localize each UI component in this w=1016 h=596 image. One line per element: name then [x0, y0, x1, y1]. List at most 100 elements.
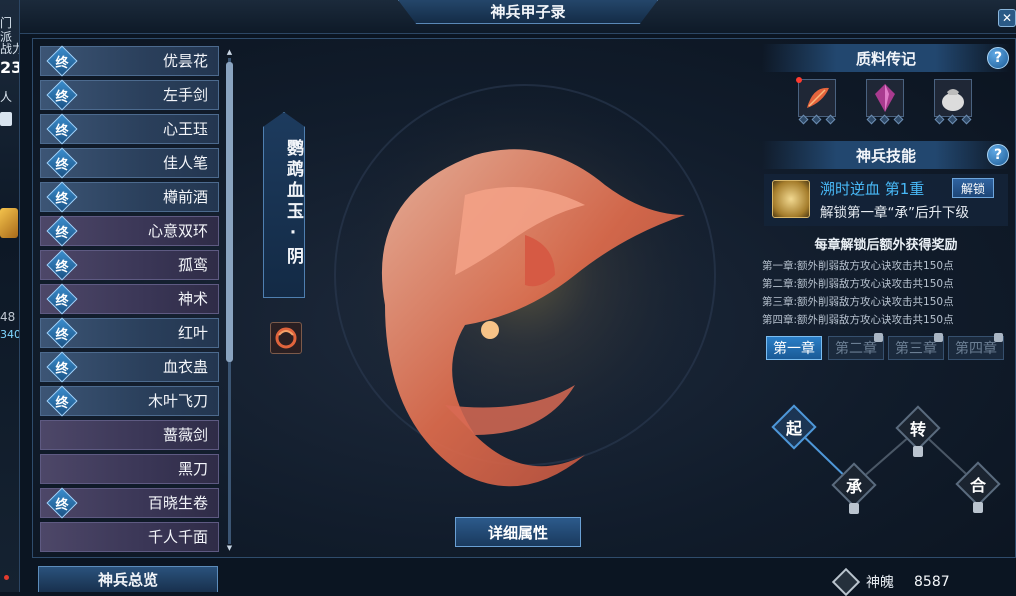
lock-icon [913, 446, 923, 457]
reward-line: 第四章:额外削弱敌方攻心诀攻击共150点 [762, 314, 954, 326]
weapon-list-item[interactable]: 终 左手剑 [40, 79, 219, 111]
weapon-name-label: 血衣蛊 [162, 358, 208, 376]
weapon-list-item[interactable]: 终 佳人笔 [40, 147, 219, 179]
currency-display: 神魄 8587 [831, 567, 950, 596]
weapon-list: 终优昙花终左手剑终心王珏终佳人笔终樽前酒终心意双环终孤鸾终神术终红叶终血衣蛊终木… [40, 45, 220, 556]
left-fragment: 340 [0, 328, 20, 341]
weapon-list-item[interactable]: 蔷薇剑 [40, 420, 219, 450]
skill-card: 溯时逆血 第1重 解锁第一章“承”后升下级 解锁 [764, 174, 1008, 226]
weapon-name-label: 黑刀 [177, 460, 208, 478]
weapon-list-item[interactable]: 终 百晓生卷 [40, 487, 219, 519]
weapon-name-label: 百晓生卷 [147, 494, 208, 512]
node-zhuan[interactable]: 转 [895, 405, 941, 457]
skill-icon[interactable] [772, 180, 810, 218]
reward-icon[interactable] [0, 208, 18, 238]
notification-dot-icon [4, 575, 9, 580]
weapon-list-item[interactable]: 终 优昙花 [40, 45, 219, 77]
badge-label: 终 [55, 259, 69, 275]
badge-label: 终 [55, 191, 69, 207]
badge-label: 终 [55, 497, 69, 513]
scroll-up-arrow-icon[interactable]: ▲ [225, 48, 234, 56]
weapon-name-banner: 鹦鹉血玉·阴 [263, 112, 305, 298]
left-fragment: 战力 [0, 42, 19, 56]
material-stars [865, 114, 905, 125]
weapon-list-item[interactable]: 终 木叶飞刀 [40, 385, 219, 417]
tab-label: 第四章 [955, 341, 997, 357]
window-title: 神兵甲子录 [398, 0, 658, 24]
weapon-name-label: 神术 [177, 290, 208, 308]
material-slot-pouch[interactable] [934, 79, 972, 117]
weapon-name-label: 樽前酒 [162, 188, 208, 206]
tab-chapter-2[interactable]: 第二章 [828, 333, 884, 360]
feather-icon [807, 87, 829, 108]
badge-label: 终 [55, 123, 69, 139]
weapon-name-label: 心王珏 [162, 120, 208, 138]
left-fragment: 48 [0, 310, 16, 324]
materials-help-button[interactable]: ? [987, 47, 1009, 69]
left-fragment: 人 [0, 90, 13, 104]
tab-chapter-3[interactable]: 第三章 [888, 333, 944, 360]
tab-chapter-4[interactable]: 第四章 [948, 333, 1004, 360]
tab-label: 第三章 [895, 341, 937, 357]
material-stars [797, 114, 837, 125]
weapon-artwork [325, 75, 725, 487]
weapon-list-scrollbar[interactable]: ▲ ▼ [225, 48, 234, 552]
weapon-list-item[interactable]: 终 孤鸾 [40, 249, 219, 281]
node-he[interactable]: 合 [955, 461, 1001, 513]
node-label: 转 [909, 420, 926, 439]
weapon-overview-tab[interactable]: 神兵总览 [38, 566, 218, 592]
weapon-name-label: 孤鸾 [177, 256, 208, 274]
node-qi[interactable]: 起 [771, 404, 817, 450]
node-label: 承 [845, 477, 862, 496]
weapon-list-item[interactable]: 终 血衣蛊 [40, 351, 219, 383]
top-bar: 神兵甲子录 ✕ [20, 0, 1016, 34]
weapon-name-label: 优昙花 [162, 52, 208, 70]
skill-name: 溯时逆血 第1重 [820, 180, 925, 198]
badge-label: 终 [55, 293, 69, 309]
weapon-name-label: 千人千面 [147, 528, 208, 546]
tab-chapter-1[interactable]: 第一章 [766, 336, 822, 360]
badge-label: 终 [55, 395, 69, 411]
reward-line: 第三章:额外削弱敌方攻心诀攻击共150点 [762, 296, 954, 308]
node-label: 起 [785, 419, 802, 438]
weapon-thumbnail-icon[interactable] [270, 322, 302, 354]
weapon-name-label: 左手剑 [162, 86, 208, 104]
tab-label: 第二章 [835, 341, 877, 357]
scroll-down-arrow-icon[interactable]: ▼ [225, 544, 234, 552]
weapon-list-item[interactable]: 终 神术 [40, 283, 219, 315]
weapon-name-label: 心意双环 [147, 222, 208, 240]
left-edge-panel: 门 派 战力 23 人 48 340 [0, 0, 20, 592]
lock-icon [934, 333, 943, 342]
weapon-list-item[interactable]: 终 樽前酒 [40, 181, 219, 213]
material-slot-feather[interactable] [796, 77, 836, 117]
weapon-list-item[interactable]: 终 红叶 [40, 317, 219, 349]
material-stars [933, 114, 973, 125]
weapon-list-item[interactable]: 黑刀 [40, 454, 219, 484]
material-slot-gem[interactable] [866, 79, 904, 117]
weapon-name-label: 蔷薇剑 [162, 426, 208, 444]
weapon-name-label: 红叶 [177, 324, 208, 342]
chat-icon[interactable] [0, 112, 12, 126]
node-cheng[interactable]: 承 [831, 462, 877, 514]
reward-title: 每章解锁后额外获得奖励 [814, 238, 958, 253]
badge-label: 终 [55, 361, 69, 377]
weapon-name-label: 木叶飞刀 [147, 392, 208, 410]
weapon-list-item[interactable]: 终 心王珏 [40, 113, 219, 145]
new-dot-icon [796, 77, 802, 83]
skill-help-button[interactable]: ? [987, 144, 1009, 166]
weapon-list-item[interactable]: 终 心意双环 [40, 215, 219, 247]
lock-icon [973, 502, 983, 513]
badge-label: 终 [55, 157, 69, 173]
reward-line: 第一章:额外削弱敌方攻心诀攻击共150点 [762, 260, 954, 272]
unlock-button[interactable]: 解锁 [952, 178, 994, 198]
purple-gem-icon [875, 84, 895, 112]
scroll-thumb[interactable] [226, 62, 233, 362]
lock-icon [874, 333, 883, 342]
materials-section-title: 质料传记 [762, 44, 1010, 72]
tab-label: 第一章 [773, 341, 815, 357]
weapon-list-item[interactable]: 千人千面 [40, 522, 219, 552]
currency-name: 神魄 [866, 575, 894, 591]
close-button[interactable]: ✕ [998, 9, 1016, 27]
badge-label: 终 [55, 225, 69, 241]
detail-attributes-button[interactable]: 详细属性 [455, 517, 581, 547]
